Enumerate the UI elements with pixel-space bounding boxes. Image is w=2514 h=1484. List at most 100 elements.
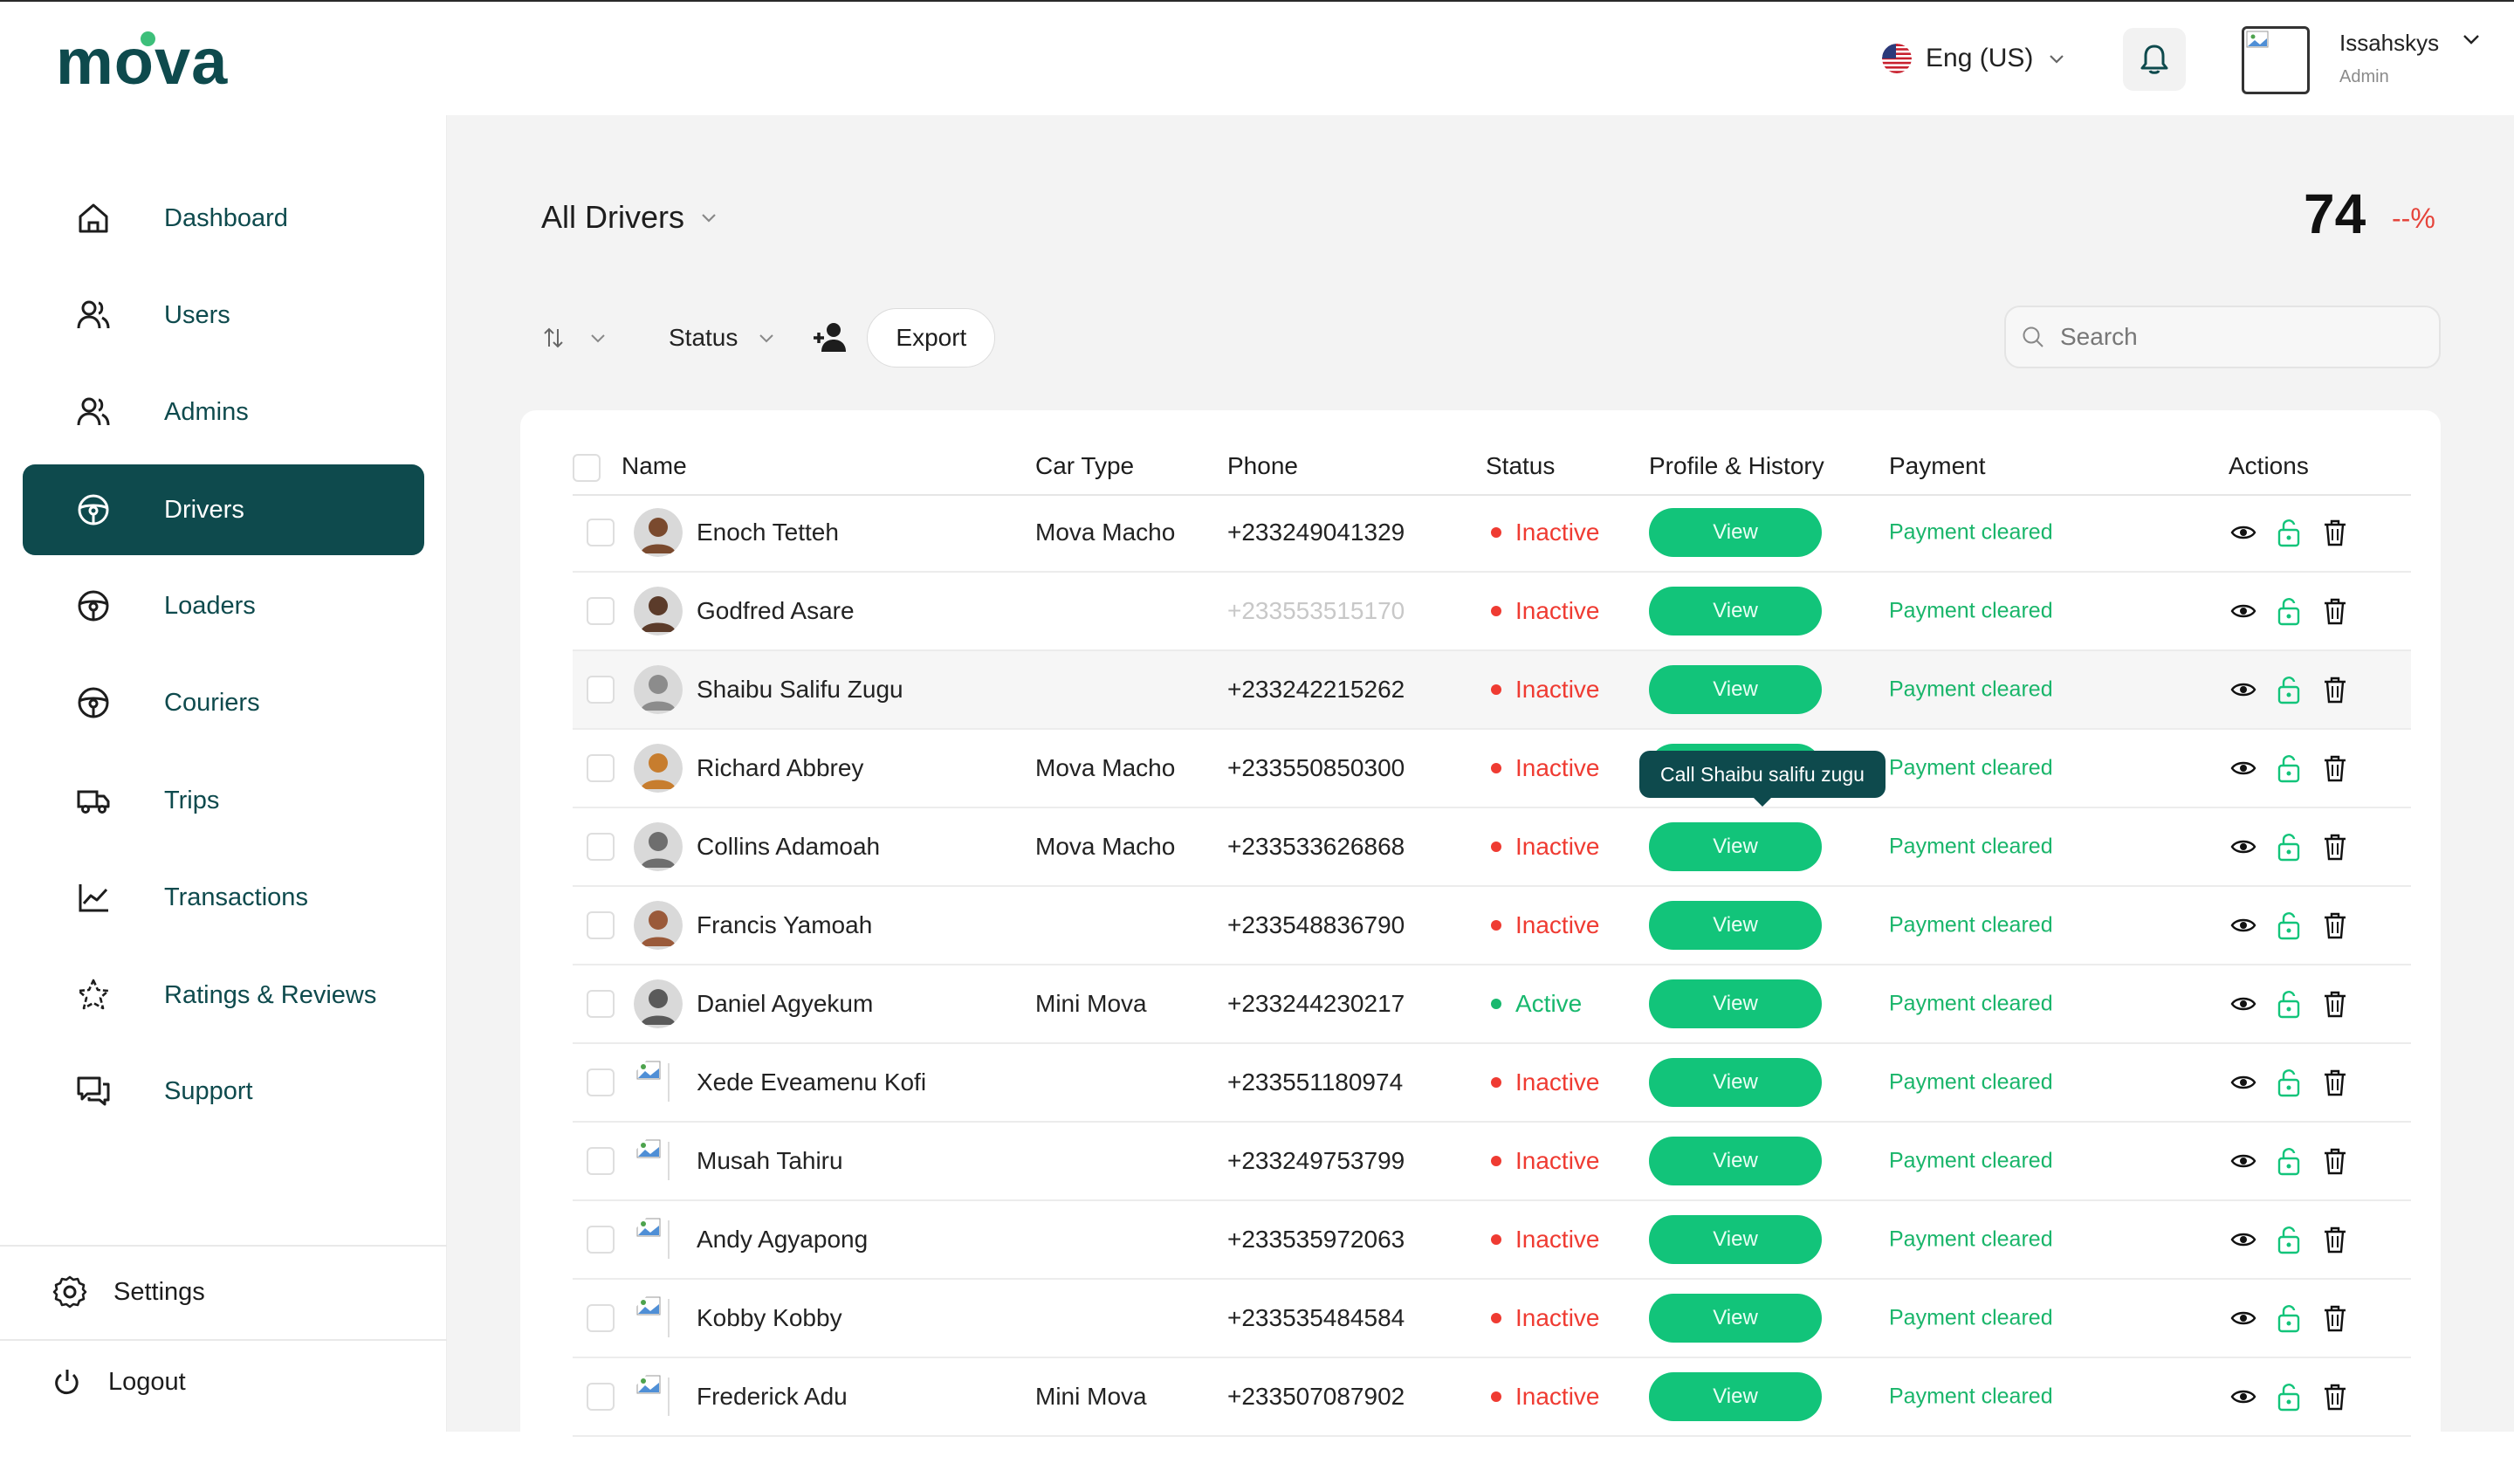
trash-icon[interactable] xyxy=(2322,989,2348,1019)
driver-name[interactable]: Xede Eveamenu Kofi xyxy=(697,1068,926,1096)
phone-number[interactable]: +233535972063 xyxy=(1227,1226,1405,1254)
column-profile-history[interactable]: Profile & History xyxy=(1649,452,1824,480)
phone-number[interactable]: +233244230217 xyxy=(1227,990,1405,1018)
phone-number[interactable]: +233548836790 xyxy=(1227,911,1405,939)
table-row[interactable]: Xede Eveamenu Kofi +233551180974 Inactiv… xyxy=(573,1044,2411,1123)
user-avatar[interactable] xyxy=(2242,26,2310,94)
sidebar-item-loaders[interactable]: Loaders xyxy=(23,560,424,651)
view-profile-button[interactable]: View xyxy=(1649,1294,1822,1343)
view-profile-button[interactable]: View xyxy=(1649,508,1822,557)
phone-number[interactable]: +233507087902 xyxy=(1227,1383,1405,1411)
trash-icon[interactable] xyxy=(2322,753,2348,783)
eye-icon[interactable] xyxy=(2229,1068,2257,1096)
eye-icon[interactable] xyxy=(2229,1383,2257,1411)
driver-name[interactable]: Frederick Adu xyxy=(697,1383,848,1411)
trash-icon[interactable] xyxy=(2322,1225,2348,1254)
driver-name[interactable]: Daniel Agyekum xyxy=(697,990,873,1018)
table-row[interactable]: Kobby Kobby +233535484584 Inactive View … xyxy=(573,1280,2411,1358)
column-name[interactable]: Name xyxy=(622,452,687,480)
table-row[interactable]: Francis Yamoah +233548836790 Inactive Vi… xyxy=(573,887,2411,965)
notification-button[interactable] xyxy=(2123,28,2186,91)
select-all-checkbox[interactable] xyxy=(573,454,601,482)
view-profile-button[interactable]: View xyxy=(1649,587,1822,636)
settings-link[interactable]: Settings xyxy=(52,1274,205,1309)
trash-icon[interactable] xyxy=(2322,910,2348,940)
unlock-icon[interactable] xyxy=(2275,910,2303,941)
unlock-icon[interactable] xyxy=(2275,674,2303,705)
phone-number[interactable]: +233551180974 xyxy=(1227,1068,1403,1096)
trash-icon[interactable] xyxy=(2322,1382,2348,1412)
search-box[interactable] xyxy=(2004,306,2441,368)
table-row[interactable]: Shaibu Salifu Zugu +233242215262 Inactiv… xyxy=(573,651,2411,730)
row-checkbox[interactable] xyxy=(587,1147,615,1175)
sort-button[interactable] xyxy=(541,326,608,350)
unlock-icon[interactable] xyxy=(2275,1145,2303,1177)
driver-name[interactable]: Musah Tahiru xyxy=(697,1147,843,1175)
table-row[interactable]: Richard Abbrey Mova Macho +233550850300 … xyxy=(573,730,2411,808)
sidebar-item-couriers[interactable]: Couriers xyxy=(23,657,424,748)
table-row[interactable]: Andy Agyapong +233535972063 Inactive Vie… xyxy=(573,1201,2411,1280)
phone-number[interactable]: +233242215262 xyxy=(1227,676,1405,704)
unlock-icon[interactable] xyxy=(2275,517,2303,548)
view-profile-button[interactable]: View xyxy=(1649,1372,1822,1421)
logout-link[interactable]: Logout xyxy=(52,1367,186,1397)
view-profile-button[interactable]: View xyxy=(1649,1215,1822,1264)
eye-icon[interactable] xyxy=(2229,597,2257,625)
sidebar-item-support[interactable]: Support xyxy=(23,1046,424,1137)
add-driver-button[interactable] xyxy=(811,319,849,357)
row-checkbox[interactable] xyxy=(587,1383,615,1411)
sidebar-item-users[interactable]: Users xyxy=(23,270,424,361)
driver-name[interactable]: Godfred Asare xyxy=(697,597,855,625)
phone-number[interactable]: +233533626868 xyxy=(1227,833,1405,861)
trash-icon[interactable] xyxy=(2322,596,2348,626)
eye-icon[interactable] xyxy=(2229,833,2257,861)
row-checkbox[interactable] xyxy=(587,990,615,1018)
phone-number[interactable]: +233249041329 xyxy=(1227,519,1405,546)
view-profile-button[interactable]: View xyxy=(1649,822,1822,871)
row-checkbox[interactable] xyxy=(587,1068,615,1096)
eye-icon[interactable] xyxy=(2229,754,2257,782)
unlock-icon[interactable] xyxy=(2275,988,2303,1020)
sidebar-item-dashboard[interactable]: Dashboard xyxy=(23,173,424,264)
unlock-icon[interactable] xyxy=(2275,831,2303,862)
view-profile-button[interactable]: View xyxy=(1649,979,1822,1028)
sidebar-item-transactions[interactable]: Transactions xyxy=(23,852,424,943)
eye-icon[interactable] xyxy=(2229,1147,2257,1175)
eye-icon[interactable] xyxy=(2229,676,2257,704)
sidebar-item-trips[interactable]: Trips xyxy=(23,755,424,846)
table-row[interactable]: Daniel Agyekum Mini Mova +233244230217 A… xyxy=(573,965,2411,1044)
status-filter[interactable]: Status xyxy=(669,324,776,352)
row-checkbox[interactable] xyxy=(587,519,615,546)
view-profile-button[interactable]: View xyxy=(1649,1058,1822,1107)
eye-icon[interactable] xyxy=(2229,990,2257,1018)
table-row[interactable]: Collins Adamoah Mova Macho +233533626868… xyxy=(573,808,2411,887)
user-menu-toggle[interactable] xyxy=(2460,28,2483,55)
table-row[interactable]: Frederick Adu Mini Mova +233507087902 In… xyxy=(573,1358,2411,1437)
sidebar-item-drivers[interactable]: Drivers xyxy=(23,464,424,555)
page-title-dropdown[interactable]: All Drivers xyxy=(541,199,719,236)
column-payment[interactable]: Payment xyxy=(1889,452,1986,480)
unlock-icon[interactable] xyxy=(2275,1224,2303,1255)
unlock-icon[interactable] xyxy=(2275,1381,2303,1412)
eye-icon[interactable] xyxy=(2229,1226,2257,1254)
row-checkbox[interactable] xyxy=(587,911,615,939)
sidebar-item-ratings-reviews[interactable]: Ratings & Reviews xyxy=(23,950,424,1041)
column-car-type[interactable]: Car Type xyxy=(1035,452,1134,480)
trash-icon[interactable] xyxy=(2322,518,2348,547)
row-checkbox[interactable] xyxy=(587,754,615,782)
row-checkbox[interactable] xyxy=(587,676,615,704)
driver-name[interactable]: Shaibu Salifu Zugu xyxy=(697,676,903,704)
view-profile-button[interactable]: View xyxy=(1649,665,1822,714)
trash-icon[interactable] xyxy=(2322,1303,2348,1333)
eye-icon[interactable] xyxy=(2229,519,2257,546)
table-row[interactable]: Enoch Tetteh Mova Macho +233249041329 In… xyxy=(573,494,2411,573)
eye-icon[interactable] xyxy=(2229,911,2257,939)
eye-icon[interactable] xyxy=(2229,1304,2257,1332)
table-row[interactable]: Godfred Asare +233553515170 Inactive Vie… xyxy=(573,573,2411,651)
language-selector[interactable]: Eng (US) xyxy=(1882,44,2066,73)
table-row[interactable]: Musah Tahiru +233249753799 Inactive View… xyxy=(573,1123,2411,1201)
phone-number[interactable]: +233550850300 xyxy=(1227,754,1405,782)
trash-icon[interactable] xyxy=(2322,675,2348,704)
search-input[interactable] xyxy=(2058,322,2428,352)
column-status[interactable]: Status xyxy=(1486,452,1555,480)
